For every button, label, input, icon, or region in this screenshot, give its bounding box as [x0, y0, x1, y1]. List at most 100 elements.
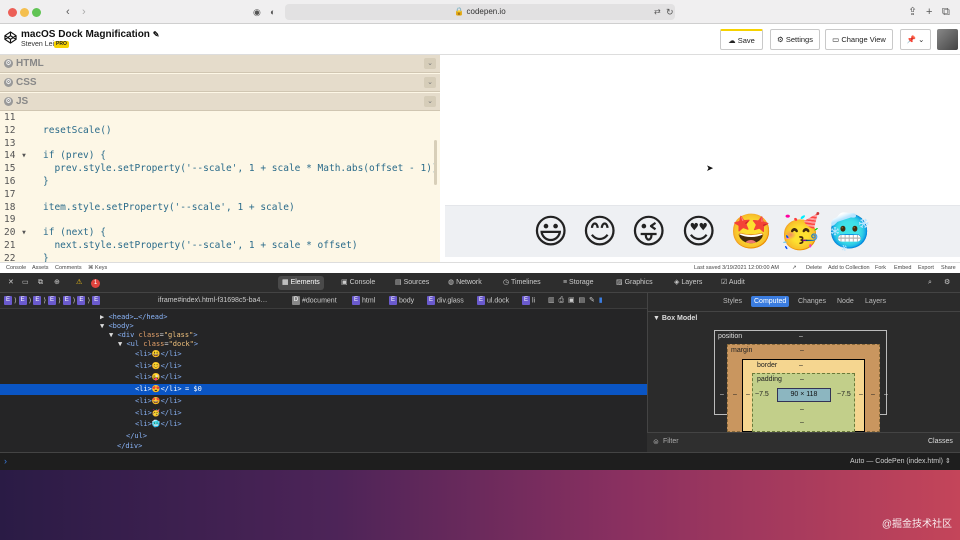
tab-elements[interactable]: ▦ Elements — [278, 276, 324, 290]
settings-gear-icon[interactable]: ⚙ — [940, 276, 954, 290]
tab-node[interactable]: Node — [834, 296, 857, 307]
code-line[interactable]: 20 ▾ if (next) { — [0, 227, 440, 240]
tab-sources[interactable]: ▤ Sources — [391, 276, 433, 290]
back-icon[interactable]: ‹ — [66, 4, 70, 20]
tab-layers[interactable]: ◈ Layers — [670, 276, 706, 290]
code-line[interactable]: 13 — [0, 138, 440, 151]
crumb-li[interactable]: Eli — [522, 296, 535, 306]
settings-button[interactable]: ⚙ Settings — [770, 29, 820, 50]
node-toolbar-icons[interactable]: ▥ ⎙ ▣ ▤ ✎ ▮ — [548, 296, 603, 306]
code-line[interactable]: 18 item.style.setProperty('--scale', 1 + … — [0, 202, 440, 215]
tab-console[interactable]: ▣ Console — [337, 276, 379, 290]
crumb-iframe[interactable]: iframe#index\.html-f31698c5-ba4… — [158, 296, 267, 306]
dom-li-node[interactable]: <li>🥶</li> — [135, 419, 182, 430]
dom-li-node[interactable]: <li>😊</li> — [135, 361, 182, 372]
change-view-button[interactable]: ▭ Change View — [825, 29, 893, 50]
author-name[interactable]: Steven Lei — [21, 41, 54, 48]
code-text[interactable]: next.style.setProperty('--scale', 1 + sc… — [43, 240, 357, 251]
code-line[interactable]: 11 — [0, 112, 440, 125]
tab-changes[interactable]: Changes — [795, 296, 829, 307]
tab-audit[interactable]: ☑ Audit — [717, 276, 749, 290]
gear-icon[interactable]: ⚙ — [4, 97, 13, 106]
chevron-down-icon[interactable]: ⌄ — [424, 96, 436, 107]
gear-icon[interactable]: ⚙ — [4, 59, 13, 68]
editor-scrollbar[interactable] — [434, 140, 437, 185]
chevron-down-icon[interactable]: ⌄ — [424, 77, 436, 88]
code-line[interactable]: 17 — [0, 189, 440, 202]
code-line[interactable]: 15 prev.style.setProperty('--scale', 1 +… — [0, 163, 440, 176]
embed-button[interactable]: Embed — [894, 265, 911, 271]
comments-button[interactable]: Comments — [55, 265, 82, 271]
close-window-button[interactable] — [8, 8, 17, 17]
code-line[interactable]: 16} — [0, 176, 440, 189]
crumb-document[interactable]: D #document — [292, 296, 337, 306]
content-size[interactable]: 90 × 118 — [777, 388, 831, 402]
dom-li-node[interactable]: <li>😍</li> — [135, 384, 182, 395]
dock-emoji-item[interactable]: 😊 — [582, 210, 617, 254]
error-count-badge[interactable]: 1 — [91, 279, 100, 288]
console-button[interactable]: Console — [6, 265, 26, 271]
code-line[interactable]: 19 — [0, 214, 440, 227]
crumb-ul-dock[interactable]: Eul.dock — [477, 296, 509, 306]
dock-emoji-item[interactable]: 🥶 — [828, 210, 870, 254]
dock-emoji-item[interactable]: 😃 — [533, 210, 568, 254]
tab-styles[interactable]: Styles — [720, 296, 745, 307]
crumb-html[interactable]: Ehtml — [352, 296, 375, 306]
undock-icon[interactable]: ⧉ — [34, 276, 47, 290]
code-line[interactable]: 21 next.style.setProperty('--scale', 1 +… — [0, 240, 440, 253]
forward-icon[interactable]: › — [82, 4, 86, 20]
translate-icon[interactable]: ⇄ — [654, 4, 661, 20]
tab-computed[interactable]: Computed — [751, 296, 790, 307]
search-icon[interactable]: ⌕ — [924, 276, 936, 290]
pen-title[interactable]: macOS Dock Magnification ✎ — [21, 29, 159, 40]
tab-timelines[interactable]: ◷ Timelines — [499, 276, 545, 290]
code-text[interactable]: if (next) { — [43, 227, 106, 238]
dom-tree[interactable]: ▶ <head>…</head> ▼ <body> ▼ <div class="… — [0, 309, 647, 452]
box-model-heading[interactable]: ▼ Box Model — [653, 315, 697, 322]
fork-button[interactable]: Fork — [875, 265, 886, 271]
delete-button[interactable]: Delete — [806, 265, 822, 271]
console-prompt[interactable]: › Auto — CodePen (index.html) ⇕ — [0, 452, 960, 470]
external-link-icon[interactable]: ↗ — [792, 265, 797, 271]
pin-menu-button[interactable]: 📌 ⌄ — [900, 29, 931, 50]
warning-icon[interactable]: ⚠ — [72, 276, 86, 290]
edit-pencil-icon[interactable]: ✎ — [153, 30, 160, 39]
code-text[interactable]: prev.style.setProperty('--scale', 1 + sc… — [43, 163, 437, 174]
code-text[interactable]: if (prev) { — [43, 150, 106, 161]
dom-li-node[interactable]: <li>🥳</li> — [135, 408, 182, 419]
element-picker-icon[interactable]: ⊕ — [50, 276, 64, 290]
keys-button[interactable]: ⌘ Keys — [88, 265, 107, 271]
crumb-ellipsis[interactable]: E ⟩ E ⟩ E ⟩ E ⟩ E ⟩ E ⟩ E — [4, 296, 102, 306]
gear-icon[interactable]: ⚙ — [4, 78, 13, 87]
code-line[interactable]: 12 resetScale() — [0, 125, 440, 138]
execution-context-select[interactable]: Auto — CodePen (index.html) ⇕ — [850, 457, 951, 465]
share-icon[interactable]: ⇪ — [908, 4, 917, 20]
code-text[interactable]: } — [43, 176, 49, 187]
dom-li-node[interactable]: <li>😃</li> — [135, 349, 182, 360]
reload-icon[interactable]: ↻ — [666, 4, 674, 20]
share-button[interactable]: Share — [941, 265, 956, 271]
tab-side-layers[interactable]: Layers — [862, 296, 889, 307]
dock-side-icon[interactable]: ▭ — [18, 276, 33, 290]
tab-overview-icon[interactable]: ⧉ — [942, 4, 950, 20]
assets-button[interactable]: Assets — [32, 265, 49, 271]
dom-li-node[interactable]: <li>🤩</li> — [135, 396, 182, 407]
sidebar-icon[interactable]: ◐ — [270, 4, 275, 20]
code-text[interactable]: resetScale() — [43, 125, 112, 136]
dock-emoji-item[interactable]: 😜 — [631, 210, 666, 254]
chevron-down-icon[interactable]: ⌄ — [424, 58, 436, 69]
add-to-collection-button[interactable]: Add to Collection — [828, 265, 870, 271]
privacy-report-icon[interactable]: ◉ — [253, 4, 261, 20]
html-panel-header[interactable]: ⚙ HTML ⌄ — [0, 55, 440, 73]
classes-toggle[interactable]: Classes — [928, 438, 953, 445]
crumb-div-glass[interactable]: Ediv.glass — [427, 296, 464, 306]
code-line[interactable]: 14 ▾ if (prev) { — [0, 150, 440, 163]
avatar[interactable] — [937, 29, 958, 50]
address-bar[interactable]: 🔒 codepen.io — [285, 4, 675, 20]
dock-emoji-item[interactable]: 😍 — [681, 210, 716, 254]
js-code-area[interactable]: 11 12 resetScale() 13 14 ▾ if (prev) {15 prev… — [0, 112, 440, 264]
new-tab-icon[interactable]: + — [926, 4, 932, 20]
filter-input[interactable]: Filter — [663, 438, 918, 449]
code-text[interactable]: item.style.setProperty('--scale', 1 + sc… — [43, 202, 295, 213]
css-panel-header[interactable]: ⚙ CSS ⌄ — [0, 74, 440, 92]
